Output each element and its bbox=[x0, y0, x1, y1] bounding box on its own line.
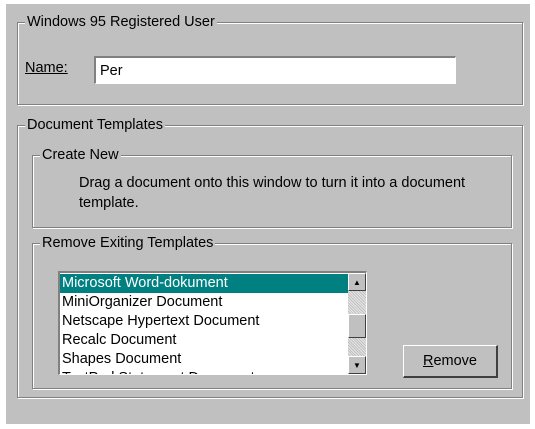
name-input[interactable] bbox=[94, 56, 456, 84]
remove-mnemonic: R bbox=[422, 353, 434, 369]
document-templates-legend: Document Templates bbox=[25, 116, 165, 134]
template-list-item[interactable]: Shapes Document bbox=[60, 350, 349, 369]
listbox-scrollbar[interactable]: ▲ ▼ bbox=[348, 273, 366, 374]
remove-templates-group: Remove Exiting Templates Microsoft Word-… bbox=[32, 234, 512, 389]
scroll-up-button[interactable]: ▲ bbox=[348, 273, 366, 291]
triangle-up-icon: ▲ bbox=[353, 277, 361, 287]
name-label: Name: bbox=[25, 60, 68, 76]
registered-user-group: Windows 95 Registered User Name: bbox=[17, 13, 523, 105]
document-templates-group: Document Templates Create New Drag a doc… bbox=[17, 116, 523, 398]
template-list-item[interactable]: Microsoft Word-dokument bbox=[60, 274, 349, 293]
scroll-down-button[interactable]: ▼ bbox=[348, 356, 366, 374]
remove-templates-legend: Remove Exiting Templates bbox=[40, 234, 216, 252]
properties-panel: Windows 95 Registered User Name: Documen… bbox=[6, 4, 530, 424]
scroll-thumb[interactable] bbox=[348, 314, 366, 338]
templates-list: Microsoft Word-dokument MiniOrganizer Doc… bbox=[60, 274, 349, 374]
registered-user-legend: Windows 95 Registered User bbox=[25, 13, 217, 31]
create-new-group: Create New Drag a document onto this win… bbox=[32, 146, 512, 228]
remove-button[interactable]: Remove bbox=[403, 345, 498, 378]
create-new-instructions: Drag a document onto this window to turn… bbox=[79, 175, 466, 211]
triangle-down-icon: ▼ bbox=[353, 360, 361, 370]
template-list-item[interactable]: Recalc Document bbox=[60, 331, 349, 350]
create-new-legend: Create New bbox=[40, 146, 121, 164]
template-list-item[interactable]: TextPad Statement Document bbox=[60, 369, 349, 374]
remove-button-label: Remove bbox=[422, 353, 477, 369]
template-list-item[interactable]: MiniOrganizer Document bbox=[60, 293, 349, 312]
name-label-text: Name: bbox=[25, 60, 68, 76]
template-list-item[interactable]: Netscape Hypertext Document bbox=[60, 312, 349, 331]
templates-listbox[interactable]: Microsoft Word-dokument MiniOrganizer Doc… bbox=[58, 271, 367, 375]
